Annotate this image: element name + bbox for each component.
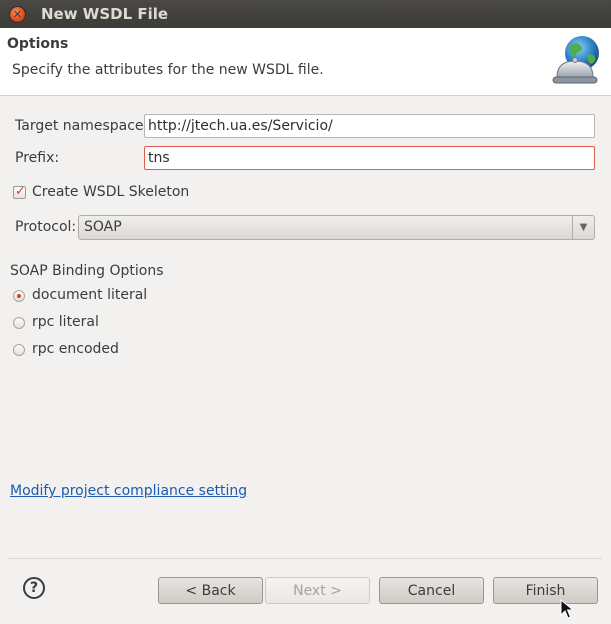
create-skeleton-label[interactable]: Create WSDL Skeleton <box>32 184 189 200</box>
radio-rpc-literal[interactable] <box>13 317 25 329</box>
next-button[interactable]: Next > <box>265 577 370 604</box>
chevron-down-icon[interactable]: ▼ <box>572 216 594 239</box>
option-document-literal-label[interactable]: document literal <box>32 287 147 303</box>
prefix-input[interactable]: tns <box>144 146 595 170</box>
binding-section-label: SOAP Binding Options <box>10 263 164 279</box>
namespace-label: Target namespace: <box>15 118 149 134</box>
radio-rpc-encoded[interactable] <box>13 344 25 356</box>
mouse-cursor-icon <box>560 599 574 619</box>
protocol-value: SOAP <box>84 219 122 235</box>
cancel-button[interactable]: Cancel <box>379 577 484 604</box>
page-title: Options <box>7 36 69 52</box>
protocol-select[interactable]: SOAP ▼ <box>78 215 595 240</box>
prefix-label: Prefix: <box>15 150 60 166</box>
compliance-link[interactable]: Modify project compliance setting <box>10 483 247 499</box>
finish-button[interactable]: Finish <box>493 577 598 604</box>
namespace-input[interactable]: http://jtech.ua.es/Servicio/ <box>144 114 595 138</box>
page-description: Specify the attributes for the new WSDL … <box>12 62 324 78</box>
help-icon[interactable]: ? <box>23 577 45 599</box>
wizard-header: Options Specify the attributes for the n… <box>0 28 611 96</box>
radio-document-literal[interactable] <box>13 290 25 302</box>
close-icon[interactable]: ✕ <box>9 6 26 23</box>
radio-selected-dot <box>17 294 21 298</box>
footer-divider <box>8 558 602 559</box>
create-skeleton-checkbox[interactable]: ✓ <box>13 184 26 199</box>
option-rpc-encoded-label[interactable]: rpc encoded <box>32 341 119 357</box>
protocol-label: Protocol: <box>15 219 77 235</box>
option-rpc-literal-label[interactable]: rpc literal <box>32 314 99 330</box>
back-button[interactable]: < Back <box>158 577 263 604</box>
title-bar: ✕ New WSDL File <box>0 0 611 28</box>
window-title: New WSDL File <box>41 5 169 23</box>
checkmark-icon: ✓ <box>15 184 26 199</box>
globe-bell-icon <box>552 36 599 84</box>
